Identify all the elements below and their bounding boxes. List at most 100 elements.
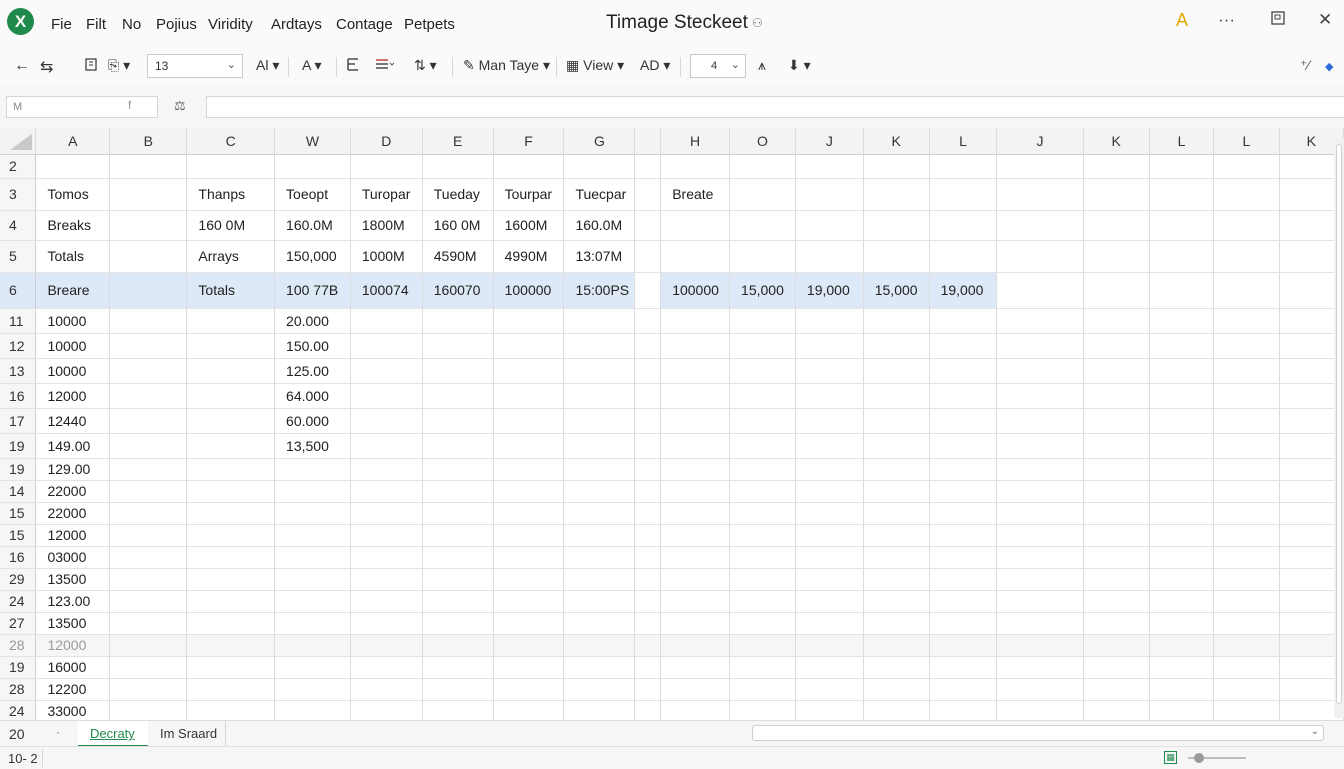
cell[interactable] xyxy=(634,612,662,635)
cell[interactable] xyxy=(350,433,423,459)
cell[interactable] xyxy=(863,358,930,384)
cell[interactable] xyxy=(493,700,565,720)
cell[interactable] xyxy=(186,480,276,503)
cell[interactable] xyxy=(1213,678,1280,701)
cell[interactable] xyxy=(274,546,351,569)
cell[interactable] xyxy=(795,700,864,720)
cell[interactable] xyxy=(729,568,796,591)
cell[interactable] xyxy=(929,700,998,720)
vertical-scrollbar[interactable] xyxy=(1334,138,1344,718)
cell[interactable] xyxy=(493,154,565,179)
cell[interactable]: 03000 xyxy=(35,546,111,569)
cell[interactable] xyxy=(996,178,1084,211)
cell[interactable] xyxy=(563,700,636,720)
cell[interactable]: 19,000 xyxy=(795,272,864,309)
cell[interactable] xyxy=(493,408,565,434)
paste-dropdown-icon[interactable]: ⎘ ▾ xyxy=(108,57,130,74)
fill-color-dropdown[interactable]: ⬇ ▾ xyxy=(788,57,811,74)
cell[interactable] xyxy=(1213,308,1280,334)
cell[interactable] xyxy=(634,358,662,384)
cell[interactable]: 1800M xyxy=(350,210,423,241)
cell[interactable] xyxy=(563,590,636,613)
cell[interactable] xyxy=(1213,383,1280,409)
cell[interactable] xyxy=(863,154,930,179)
cell[interactable] xyxy=(1213,433,1280,459)
cell[interactable] xyxy=(863,480,930,503)
cell[interactable] xyxy=(563,546,636,569)
cell[interactable] xyxy=(996,612,1084,635)
cell[interactable] xyxy=(1083,333,1150,359)
cell[interactable] xyxy=(996,458,1084,481)
cell[interactable]: Breaks xyxy=(35,210,111,241)
cell[interactable] xyxy=(109,480,188,503)
view-mode-dropdown[interactable]: ✎ Man Taye ▾ xyxy=(463,57,550,74)
cell[interactable] xyxy=(795,210,864,241)
cell[interactable] xyxy=(350,333,423,359)
column-header[interactable]: K xyxy=(863,128,930,155)
cell[interactable] xyxy=(109,590,188,613)
cell[interactable]: 160070 xyxy=(422,272,494,309)
cell[interactable] xyxy=(493,590,565,613)
cell[interactable] xyxy=(109,656,188,679)
cell[interactable]: 100000 xyxy=(493,272,565,309)
row-header[interactable]: 24 xyxy=(0,700,37,720)
cell[interactable] xyxy=(729,480,796,503)
account-icon[interactable]: A xyxy=(1176,10,1188,31)
cell[interactable] xyxy=(422,524,494,547)
cell[interactable] xyxy=(795,408,864,434)
cell[interactable] xyxy=(996,308,1084,334)
cell[interactable] xyxy=(929,154,998,179)
row-header[interactable]: 3 xyxy=(0,178,37,211)
cell[interactable] xyxy=(422,408,494,434)
cell[interactable] xyxy=(729,178,796,211)
cell[interactable] xyxy=(109,154,188,179)
cell[interactable] xyxy=(493,656,565,679)
cell[interactable]: 15,000 xyxy=(863,272,930,309)
cell[interactable] xyxy=(1149,383,1215,409)
cell[interactable] xyxy=(1083,612,1150,635)
cell[interactable] xyxy=(996,546,1084,569)
cell[interactable] xyxy=(795,333,864,359)
cell[interactable] xyxy=(660,358,731,384)
chart-icon[interactable]: ⩚ xyxy=(758,57,766,74)
cell[interactable] xyxy=(634,383,662,409)
cell[interactable] xyxy=(1149,590,1215,613)
cell[interactable] xyxy=(274,634,351,657)
cell[interactable] xyxy=(493,308,565,334)
cell[interactable] xyxy=(996,383,1084,409)
row-header[interactable]: 24 xyxy=(0,590,37,613)
undo-icon[interactable]: ← xyxy=(14,57,30,75)
cell[interactable] xyxy=(863,634,930,657)
cell[interactable] xyxy=(795,433,864,459)
cell[interactable] xyxy=(1149,458,1215,481)
row-header[interactable]: 13 xyxy=(0,358,37,384)
cell[interactable] xyxy=(186,433,276,459)
cell[interactable] xyxy=(929,502,998,525)
cell[interactable] xyxy=(996,568,1084,591)
cell[interactable] xyxy=(493,333,565,359)
zoom-slider-knob[interactable] xyxy=(1194,753,1204,763)
cell[interactable] xyxy=(1083,210,1150,241)
cell[interactable] xyxy=(929,358,998,384)
menu-tools[interactable]: Ardtays xyxy=(271,16,322,33)
cell[interactable] xyxy=(660,433,731,459)
row-header[interactable]: 15 xyxy=(0,502,37,525)
cell[interactable]: 15,000 xyxy=(729,272,796,309)
cell[interactable] xyxy=(634,656,662,679)
cell[interactable] xyxy=(660,240,731,273)
cell[interactable] xyxy=(563,656,636,679)
cell[interactable] xyxy=(929,333,998,359)
cell[interactable]: 100000 xyxy=(660,272,731,309)
cell[interactable] xyxy=(929,634,998,657)
cell[interactable] xyxy=(109,546,188,569)
cell[interactable] xyxy=(863,700,930,720)
row-header[interactable]: 5 xyxy=(0,240,37,273)
cell[interactable] xyxy=(1083,308,1150,334)
cell[interactable] xyxy=(996,700,1084,720)
cell[interactable] xyxy=(795,634,864,657)
cell[interactable] xyxy=(350,308,423,334)
cell[interactable] xyxy=(493,502,565,525)
cell[interactable] xyxy=(1083,502,1150,525)
cell[interactable] xyxy=(929,178,998,211)
cell[interactable] xyxy=(1083,383,1150,409)
